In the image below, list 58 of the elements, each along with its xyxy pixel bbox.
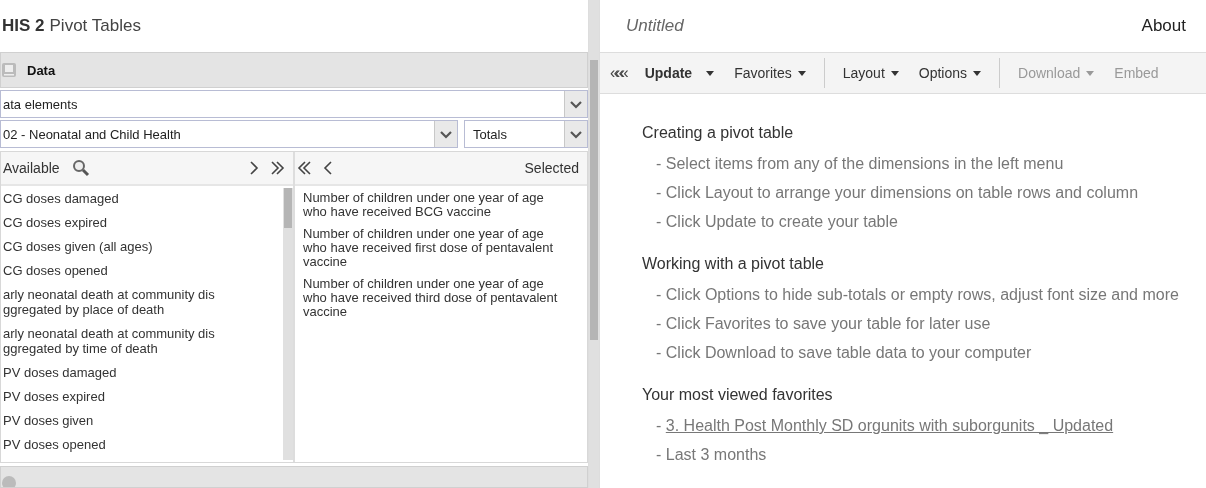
favorite-item: - 3. Health Post Monthly SD orgunits with suborgunits _ Updated <box>656 416 1115 435</box>
list-item[interactable]: PV doses given <box>1 410 283 434</box>
help-item: - Click Download to save table data to your computer <box>656 343 1033 362</box>
caret-icon <box>890 70 899 76</box>
update-button[interactable]: Update <box>642 61 717 85</box>
list-item[interactable]: Number of children under one year of age who have received third dose of pentavalent vaccine <box>295 274 587 324</box>
chevron-icon <box>438 128 454 140</box>
double-chevron-left-icon[interactable] <box>297 161 311 175</box>
double-chevron-right-icon[interactable] <box>271 161 285 175</box>
section-heading: Creating a pivot table <box>642 124 795 142</box>
section-heading: Working with a pivot table <box>642 255 825 273</box>
help-item: - Click Favorites to save your table for later use <box>656 314 992 333</box>
type-select[interactable]: ata elements <box>0 90 588 118</box>
chevron-right-icon[interactable] <box>249 161 259 175</box>
report-title: Untitled <box>626 16 684 36</box>
caret-icon <box>706 70 715 76</box>
favorite-link[interactable]: 3. Health Post Monthly SD orgunits with suborgunits _ Updated <box>665 417 1114 434</box>
scrollbar-thumb[interactable] <box>590 60 598 340</box>
database-icon <box>1 62 17 78</box>
about-link[interactable]: About <box>1141 16 1186 36</box>
list-label: Selected <box>524 160 579 176</box>
chevron-icon <box>568 128 584 140</box>
list-item[interactable]: CG doses expired <box>1 212 283 236</box>
chevron-icon <box>568 98 584 110</box>
help-item: - Last 3 months <box>656 445 768 464</box>
section-heading: Your most viewed favorites <box>642 386 834 404</box>
menu-button[interactable]: Favorites <box>732 61 808 85</box>
caret-icon <box>797 70 806 76</box>
list-item[interactable]: CG doses opened <box>1 260 283 284</box>
menu-button[interactable]: Layout <box>840 61 901 85</box>
caret-icon <box>1086 70 1095 76</box>
search-icon[interactable] <box>71 159 90 177</box>
list-item[interactable]: PV doses expired <box>1 386 283 410</box>
help-item: - Click Layout to arrange your dimensions on table rows and column <box>656 183 1140 202</box>
list-item[interactable]: arly neonatal death at community dis ggregated by time of death <box>1 323 283 362</box>
list-item[interactable]: Number of children under one year of age who have received BCG vaccine <box>295 188 587 224</box>
list-item[interactable]: Number of children under one year of age who have received first dose of pentavalent vaccine <box>295 224 587 274</box>
scrollbar-thumb[interactable] <box>284 188 292 228</box>
scrollbar[interactable] <box>283 188 293 460</box>
panel-title: Data <box>27 62 56 78</box>
list-item[interactable]: PV doses opened <box>1 434 283 458</box>
list-item[interactable]: PV doses damaged <box>1 362 283 386</box>
list-item[interactable]: CG doses given (all ages) <box>1 236 283 260</box>
help-item: - Click Options to hide sub-totals or empty rows, adjust font size and more <box>656 285 1180 304</box>
scrollbar[interactable] <box>589 0 599 488</box>
detail-select[interactable]: Totals <box>464 120 588 148</box>
collapse-button[interactable]: ««« <box>608 60 627 86</box>
list-item[interactable]: arly neonatal death at community dis ggregated by place of death <box>1 284 283 323</box>
chevron-left-icon[interactable] <box>323 161 333 175</box>
app-title: HIS 2 Pivot Tables <box>1 15 142 37</box>
group-select[interactable]: 02 - Neonatal and Child Health <box>0 120 458 148</box>
help-item: - Click Update to create your table <box>656 212 899 231</box>
list-label: Available <box>3 160 60 176</box>
help-item: - Select items from any of the dimensions in the left menu <box>656 154 1065 173</box>
list-item[interactable]: CG doses damaged <box>1 188 283 212</box>
caret-icon <box>973 70 982 76</box>
menu-button[interactable]: Options <box>916 61 984 85</box>
panel-header[interactable]: Data <box>0 52 588 88</box>
